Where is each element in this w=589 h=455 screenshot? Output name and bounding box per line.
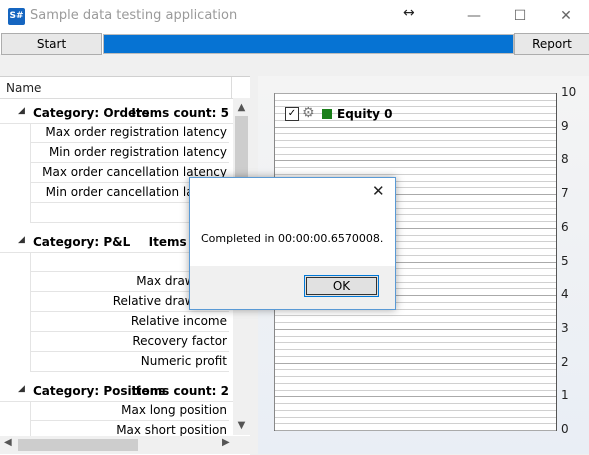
chart-gridline bbox=[275, 410, 556, 411]
category-row[interactable]: ◢ Category: Positions Items count: 2 bbox=[0, 381, 233, 402]
chart-gridline bbox=[275, 106, 556, 107]
scroll-up-icon[interactable]: ▲ bbox=[233, 102, 250, 113]
y-tick-label: 7 bbox=[561, 186, 569, 201]
series-label: Equity 0 bbox=[337, 107, 393, 121]
category-name: Category: P&L bbox=[33, 235, 131, 249]
chart-gridline bbox=[275, 363, 556, 364]
y-tick-label: 5 bbox=[561, 253, 569, 268]
collapse-arrow-icon[interactable]: ◢ bbox=[18, 235, 25, 245]
chart-gridline bbox=[275, 315, 556, 316]
chart-gridline bbox=[275, 390, 556, 391]
chart-gridline bbox=[275, 349, 556, 350]
chart-gridline bbox=[275, 160, 556, 161]
chart-gridline bbox=[275, 342, 556, 343]
y-tick-label: 4 bbox=[561, 287, 569, 302]
app-icon: S# bbox=[8, 8, 25, 25]
dialog-close-button[interactable]: ✕ bbox=[372, 182, 385, 200]
grid-item-label: Max long position bbox=[121, 403, 227, 417]
window-title: Sample data testing application bbox=[30, 8, 238, 23]
grid-item-label: Recovery factor bbox=[132, 334, 227, 348]
y-tick-label: 6 bbox=[561, 219, 569, 234]
chart-gridline bbox=[275, 329, 556, 330]
minimize-button[interactable]: — bbox=[451, 0, 497, 32]
scroll-down-icon[interactable]: ▼ bbox=[233, 420, 250, 431]
chart-gridline bbox=[275, 430, 556, 431]
ok-button[interactable]: OK bbox=[304, 275, 379, 297]
name-column-header[interactable]: Name bbox=[6, 81, 41, 95]
report-button[interactable]: Report bbox=[514, 33, 589, 55]
chart-gridline bbox=[275, 133, 556, 134]
chart-gridline bbox=[275, 154, 556, 155]
chart-gridline bbox=[275, 369, 556, 370]
y-tick-label: 9 bbox=[561, 118, 569, 133]
completion-dialog: ✕ Completed in 00:00:00.6570008. OK bbox=[189, 177, 396, 310]
y-tick-label: 1 bbox=[561, 388, 569, 403]
chart-gridline bbox=[275, 127, 556, 128]
progress-fill bbox=[104, 35, 513, 53]
grid-item-label: Numeric profit bbox=[140, 354, 227, 368]
scroll-left-icon[interactable]: ◀ bbox=[4, 437, 12, 448]
y-tick-label: 10 bbox=[561, 85, 577, 99]
dialog-footer: OK bbox=[190, 266, 395, 309]
chart-gridline bbox=[275, 120, 556, 121]
grid-item-row[interactable]: Relative income bbox=[30, 312, 229, 332]
series-visible-checkbox[interactable]: ✓ bbox=[285, 107, 299, 121]
scrollbar-thumb[interactable] bbox=[18, 439, 138, 451]
series-color-swatch bbox=[322, 109, 332, 119]
chart-gridline bbox=[275, 336, 556, 337]
maximize-button[interactable]: ☐ bbox=[497, 0, 543, 32]
title-bar: S# Sample data testing application ↔ — ☐… bbox=[0, 0, 589, 32]
category-row[interactable]: ◢ Category: Orders Items count: 5 bbox=[0, 103, 233, 124]
y-tick-label: 0 bbox=[561, 422, 569, 436]
chart-gridline bbox=[275, 396, 556, 397]
grid-item-label: Max order registration latency bbox=[45, 125, 227, 139]
y-tick-label: 3 bbox=[561, 320, 569, 335]
chart-gridline bbox=[275, 356, 556, 357]
gear-icon[interactable]: ⚙ bbox=[302, 105, 315, 121]
grid-item-label: Relative income bbox=[130, 314, 227, 328]
y-tick-label: 8 bbox=[561, 152, 569, 167]
chart-gridline bbox=[275, 147, 556, 148]
progress-bar bbox=[103, 34, 514, 54]
chart-gridline bbox=[275, 322, 556, 323]
y-tick-label: 2 bbox=[561, 354, 569, 369]
dialog-message: Completed in 00:00:00.6570008. bbox=[201, 232, 384, 245]
grid-item-label: Min order registration latency bbox=[48, 145, 227, 159]
grid-item-row[interactable]: Max long position bbox=[30, 401, 229, 421]
grid-item-label: Max short position bbox=[116, 423, 227, 437]
chart-gridline bbox=[275, 93, 556, 94]
chart-gridline bbox=[275, 113, 556, 114]
category-count: Items count: 5 bbox=[131, 106, 229, 120]
grid-item-row[interactable]: Min order registration latency bbox=[30, 143, 229, 163]
grid-item-row[interactable]: Recovery factor bbox=[30, 332, 229, 352]
resize-cursor-icon: ↔ bbox=[403, 5, 415, 21]
start-button[interactable]: Start bbox=[1, 33, 102, 55]
horizontal-scrollbar[interactable]: ◀ ▶ bbox=[0, 436, 250, 454]
chart-gridline bbox=[275, 140, 556, 141]
grid-item-row[interactable]: Numeric profit bbox=[30, 352, 229, 372]
chart-gridline bbox=[275, 167, 556, 168]
close-button[interactable]: ✕ bbox=[543, 0, 589, 32]
chart-gridline bbox=[275, 174, 556, 175]
chart-gridline bbox=[275, 417, 556, 418]
chart-gridline bbox=[275, 403, 556, 404]
column-separator[interactable] bbox=[231, 77, 232, 98]
category-count: Items count: 2 bbox=[131, 384, 229, 398]
grid-item-row[interactable]: Max order registration latency bbox=[30, 123, 229, 143]
chart-gridline bbox=[275, 100, 556, 101]
scroll-right-icon[interactable]: ▶ bbox=[222, 437, 230, 448]
chart-gridline bbox=[275, 383, 556, 384]
chart-gridline bbox=[275, 423, 556, 424]
collapse-arrow-icon[interactable]: ◢ bbox=[18, 384, 25, 394]
chart-gridline bbox=[275, 376, 556, 377]
collapse-arrow-icon[interactable]: ◢ bbox=[18, 106, 25, 116]
grid-header: Name bbox=[0, 77, 250, 99]
